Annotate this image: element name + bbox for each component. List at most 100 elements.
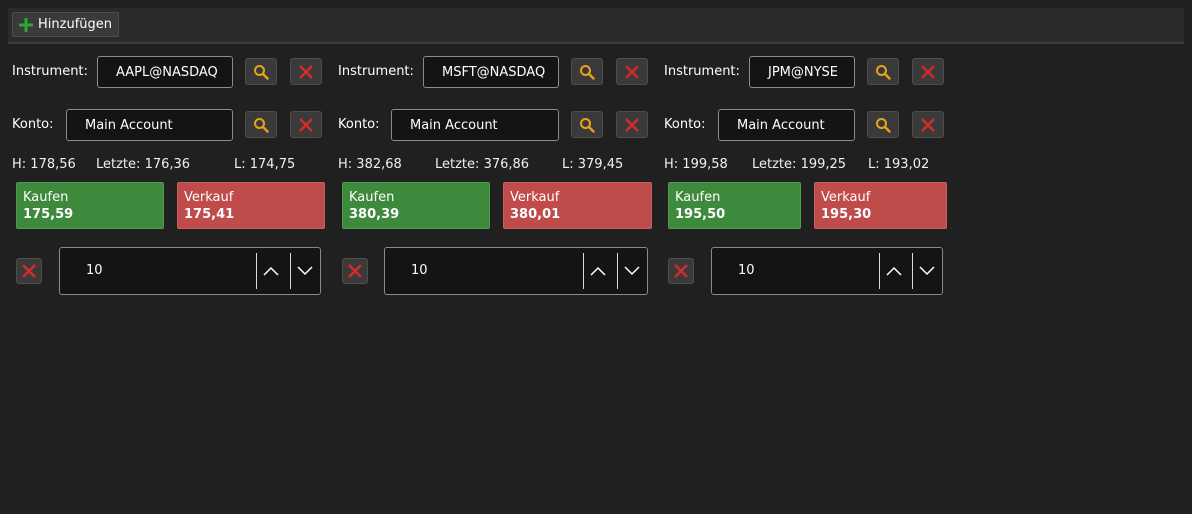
sell-price: 380,01 — [510, 207, 561, 222]
quantity-stepper[interactable]: 10 — [59, 247, 321, 295]
instrument-remove-button[interactable] — [616, 58, 648, 85]
instrument-label: Instrument: — [12, 64, 88, 79]
chevron-down-icon — [296, 266, 313, 276]
sell-label: Verkauf — [184, 190, 234, 205]
account-label: Konto: — [338, 117, 380, 132]
account-field[interactable]: Main Account — [66, 109, 233, 141]
buy-price: 175,59 — [23, 207, 74, 222]
quantity-stepper[interactable]: 10 — [711, 247, 943, 295]
sell-button[interactable]: Verkauf 175,41 — [177, 182, 325, 229]
low-stat: L: 174,75 — [234, 157, 295, 172]
high-label: H: — [338, 157, 353, 172]
low-value: 193,02 — [883, 157, 930, 172]
high-stat: H: 199,58 — [664, 157, 728, 172]
buy-label: Kaufen — [349, 190, 395, 205]
sell-button[interactable]: Verkauf 380,01 — [503, 182, 652, 229]
search-icon — [254, 117, 269, 133]
buy-label: Kaufen — [23, 190, 69, 205]
quantity-value: 10 — [86, 263, 103, 278]
quantity-stepper[interactable]: 10 — [384, 247, 648, 295]
chevron-up-icon — [885, 266, 902, 276]
search-icon — [876, 64, 891, 80]
stepper-divider — [290, 253, 291, 289]
low-label: L: — [868, 157, 880, 172]
high-value: 178,56 — [30, 157, 76, 172]
buy-button[interactable]: Kaufen 195,50 — [668, 182, 801, 229]
account-label: Konto: — [12, 117, 54, 132]
instrument-remove-button[interactable] — [290, 58, 322, 85]
panel-remove-button[interactable] — [668, 258, 694, 284]
buy-button[interactable]: Kaufen 175,59 — [16, 182, 164, 229]
stepper-divider — [617, 253, 618, 289]
low-label: L: — [234, 157, 246, 172]
quantity-increment-button[interactable] — [881, 253, 906, 289]
high-label: H: — [12, 157, 27, 172]
low-value: 379,45 — [577, 157, 624, 172]
sell-label: Verkauf — [821, 190, 871, 205]
quantity-value: 10 — [738, 263, 755, 278]
low-value: 174,75 — [249, 157, 296, 172]
last-label: Letzte: — [96, 157, 141, 172]
instrument-remove-button[interactable] — [912, 58, 944, 85]
high-value: 199,58 — [682, 157, 728, 172]
sell-price: 175,41 — [184, 207, 235, 222]
high-value: 382,68 — [356, 157, 402, 172]
chevron-down-icon — [918, 266, 935, 276]
buy-label: Kaufen — [675, 190, 721, 205]
account-remove-button[interactable] — [912, 111, 944, 138]
search-icon — [580, 117, 595, 133]
stepper-divider — [583, 253, 584, 289]
chevron-up-icon — [589, 266, 606, 276]
quantity-increment-button[interactable] — [585, 253, 610, 289]
search-icon — [580, 64, 595, 80]
last-label: Letzte: — [752, 157, 797, 172]
search-icon — [254, 64, 269, 80]
buy-price: 195,50 — [675, 207, 726, 222]
high-stat: H: 382,68 — [338, 157, 402, 172]
quantity-decrement-button[interactable] — [292, 253, 317, 289]
instrument-field[interactable]: JPM@NYSE — [749, 56, 855, 88]
chevron-down-icon — [623, 266, 640, 276]
instrument-label: Instrument: — [338, 64, 414, 79]
panel-remove-button[interactable] — [342, 258, 368, 284]
quantity-decrement-button[interactable] — [619, 253, 644, 289]
instrument-field[interactable]: MSFT@NASDAQ — [423, 56, 559, 88]
low-label: L: — [562, 157, 574, 172]
instrument-search-button[interactable] — [571, 58, 603, 85]
stepper-divider — [879, 253, 880, 289]
close-icon — [921, 64, 935, 79]
search-icon — [876, 117, 891, 133]
chevron-up-icon — [262, 266, 279, 276]
close-icon — [299, 64, 313, 79]
account-field[interactable]: Main Account — [391, 109, 559, 141]
low-stat: L: 193,02 — [868, 157, 929, 172]
panel-remove-button[interactable] — [16, 258, 42, 284]
high-label: H: — [664, 157, 679, 172]
instrument-search-button[interactable] — [245, 58, 277, 85]
sell-button[interactable]: Verkauf 195,30 — [814, 182, 947, 229]
last-value: 176,36 — [144, 157, 191, 172]
high-stat: H: 178,56 — [12, 157, 76, 172]
account-search-button[interactable] — [571, 111, 603, 138]
instrument-panel-jpm: Instrument: JPM@NYSE Konto: Main Account… — [664, 0, 984, 300]
stepper-divider — [912, 253, 913, 289]
instrument-panel-msft: Instrument: MSFT@NASDAQ Konto: Main Acco… — [338, 0, 658, 300]
last-value: 376,86 — [483, 157, 530, 172]
account-field[interactable]: Main Account — [718, 109, 855, 141]
account-search-button[interactable] — [867, 111, 899, 138]
account-search-button[interactable] — [245, 111, 277, 138]
buy-button[interactable]: Kaufen 380,39 — [342, 182, 490, 229]
low-stat: L: 379,45 — [562, 157, 623, 172]
close-icon — [348, 264, 362, 278]
last-label: Letzte: — [435, 157, 480, 172]
instrument-field[interactable]: AAPL@NASDAQ — [97, 56, 233, 88]
account-remove-button[interactable] — [290, 111, 322, 138]
close-icon — [625, 64, 639, 79]
quantity-increment-button[interactable] — [258, 253, 283, 289]
close-icon — [674, 264, 688, 278]
account-remove-button[interactable] — [616, 111, 648, 138]
close-icon — [299, 117, 313, 132]
quantity-decrement-button[interactable] — [914, 253, 939, 289]
instrument-label: Instrument: — [664, 64, 740, 79]
instrument-search-button[interactable] — [867, 58, 899, 85]
